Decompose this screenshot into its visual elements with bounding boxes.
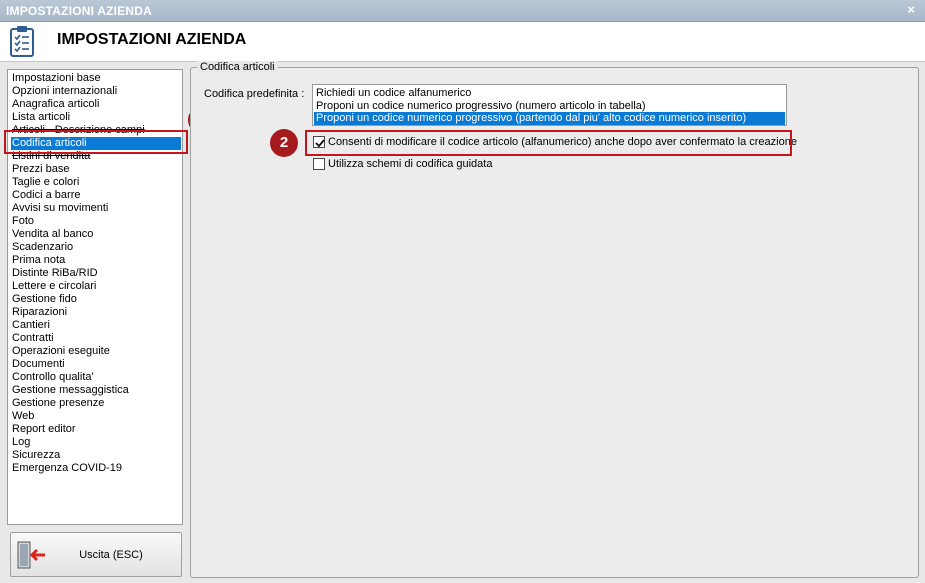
annotation-badge-2: 2 (270, 129, 298, 157)
sidebar-item-gestione-fido[interactable]: Gestione fido (11, 293, 181, 306)
sidebar-item-cantieri[interactable]: Cantieri (11, 319, 181, 332)
window-title: IMPOSTAZIONI AZIENDA (6, 4, 152, 18)
sidebar-item-prezzi-base[interactable]: Prezzi base (11, 163, 181, 176)
sidebar-item-prima-nota[interactable]: Prima nota (11, 254, 181, 267)
sidebar-item-distinte-riba-rid[interactable]: Distinte RiBa/RID (11, 267, 181, 280)
sidebar-item-impostazioni-base[interactable]: Impostazioni base (11, 72, 181, 85)
schemi-codifica-label: Utilizza schemi di codifica guidata (328, 158, 493, 170)
sidebar-item-controllo-qualita[interactable]: Controllo qualita' (11, 371, 181, 384)
sidebar-item-taglie-e-colori[interactable]: Taglie e colori (11, 176, 181, 189)
annotation-highlight-2 (305, 130, 792, 156)
title-bar: IMPOSTAZIONI AZIENDA × (0, 0, 925, 22)
sidebar-item-lettere-e-circolari[interactable]: Lettere e circolari (11, 280, 181, 293)
sidebar-item-emergenza-covid-19[interactable]: Emergenza COVID-19 (11, 462, 181, 475)
listbox-option-alfanumerico[interactable]: Richiedi un codice alfanumerico (314, 87, 785, 100)
codifica-predefinita-label: Codifica predefinita : (204, 88, 305, 100)
clipboard-checklist-icon (10, 26, 34, 57)
sidebar-item-anagrafica-articoli[interactable]: Anagrafica articoli (11, 98, 181, 111)
sidebar-item-avvisi-su-movimenti[interactable]: Avvisi su movimenti (11, 202, 181, 215)
sidebar-item-scadenzario[interactable]: Scadenzario (11, 241, 181, 254)
sidebar-item-foto[interactable]: Foto (11, 215, 181, 228)
codifica-predefinita-listbox[interactable]: Richiedi un codice alfanumerico Proponi … (312, 84, 787, 126)
sidebar-item-report-editor[interactable]: Report editor (11, 423, 181, 436)
page-title: IMPOSTAZIONI AZIENDA (57, 31, 247, 48)
sidebar-item-sicurezza[interactable]: Sicurezza (11, 449, 181, 462)
sidebar-item-lista-articoli[interactable]: Lista articoli (11, 111, 181, 124)
sidebar-item-documenti[interactable]: Documenti (11, 358, 181, 371)
sidebar-item-opzioni-internazionali[interactable]: Opzioni internazionali (11, 85, 181, 98)
header: IMPOSTAZIONI AZIENDA (0, 22, 925, 62)
sidebar-item-codici-a-barre[interactable]: Codici a barre (11, 189, 181, 202)
annotation-highlight-1 (4, 130, 188, 154)
sidebar-item-vendita-al-banco[interactable]: Vendita al banco (11, 228, 181, 241)
exit-door-icon (17, 541, 45, 569)
exit-button-label: Uscita (ESC) (79, 549, 143, 561)
exit-button[interactable]: Uscita (ESC) (10, 532, 182, 577)
sidebar-item-gestione-messaggistica[interactable]: Gestione messaggistica (11, 384, 181, 397)
close-icon[interactable]: × (903, 2, 919, 18)
sidebar-item-riparazioni[interactable]: Riparazioni (11, 306, 181, 319)
sidebar-item-operazioni-eseguite[interactable]: Operazioni eseguite (11, 345, 181, 358)
sidebar-item-gestione-presenze[interactable]: Gestione presenze (11, 397, 181, 410)
sidebar-item-log[interactable]: Log (11, 436, 181, 449)
schemi-codifica-checkbox[interactable] (313, 158, 325, 170)
listbox-option-piu-alto-codice[interactable]: Proponi un codice numerico progressivo (… (314, 112, 785, 125)
sidebar-item-web[interactable]: Web (11, 410, 181, 423)
sidebar-item-contratti[interactable]: Contratti (11, 332, 181, 345)
group-legend: Codifica articoli (197, 61, 278, 73)
